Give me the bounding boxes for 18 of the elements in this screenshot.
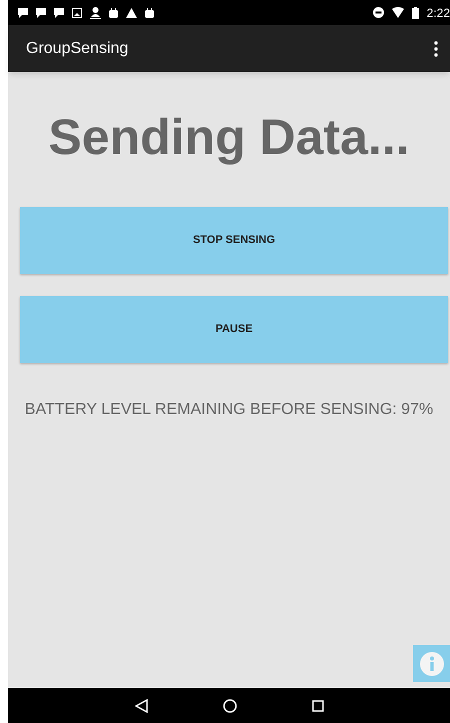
warning-icon <box>126 8 137 18</box>
battery-level-text: BATTERY LEVEL REMAINING BEFORE SENSING: 97% <box>24 400 434 420</box>
overflow-menu-icon[interactable] <box>434 40 438 56</box>
battery-icon <box>412 6 419 18</box>
image-icon <box>72 8 82 18</box>
wifi-icon <box>392 7 404 18</box>
do-not-disturb-icon <box>372 7 384 18</box>
app-title: GroupSensing <box>26 38 130 58</box>
clock-time: 2:22 <box>426 4 450 22</box>
back-icon[interactable] <box>134 698 148 712</box>
robot-icon <box>109 8 118 18</box>
recents-icon[interactable] <box>312 700 324 712</box>
person-icon <box>90 6 101 18</box>
robot-icon <box>145 8 154 18</box>
home-icon[interactable] <box>222 698 236 712</box>
action-button[interactable]: STOP SENSING <box>20 207 448 274</box>
action-button[interactable]: PAUSE <box>20 296 448 363</box>
info-icon <box>420 652 444 676</box>
